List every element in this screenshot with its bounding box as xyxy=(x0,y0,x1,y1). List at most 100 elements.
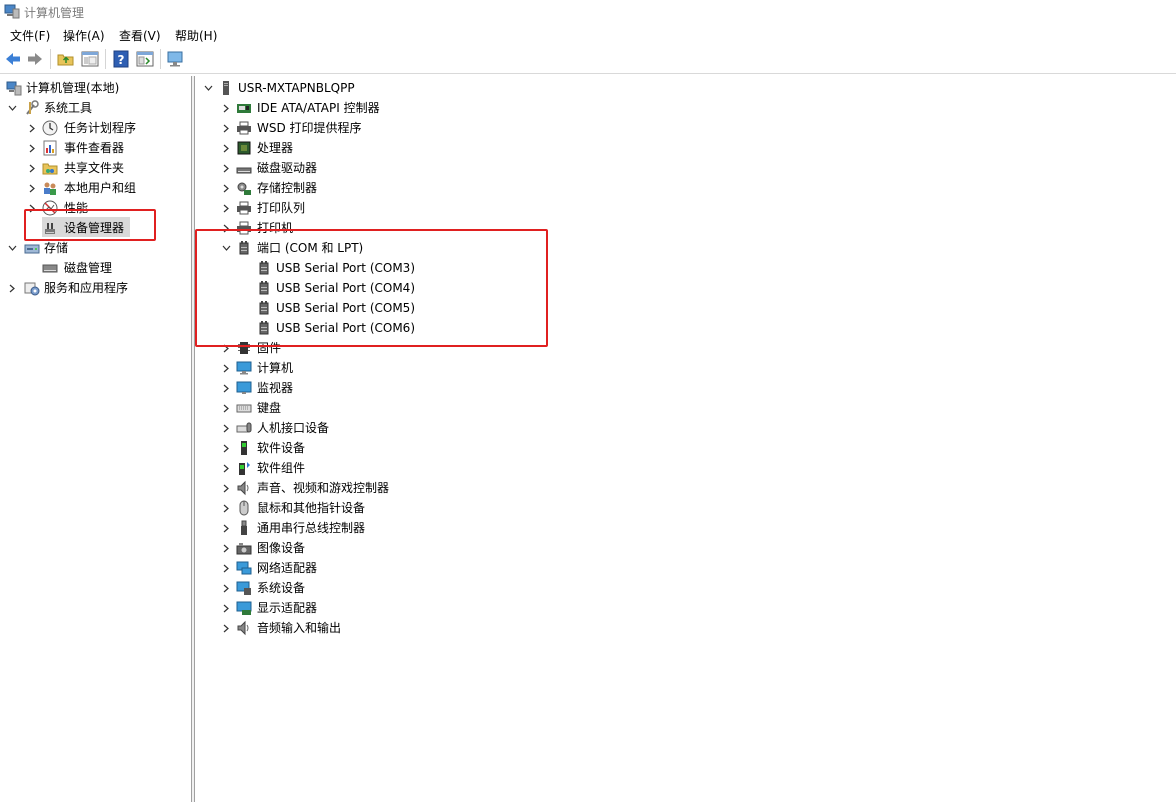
tree-item-task-scheduler[interactable]: 任务计划程序 xyxy=(24,118,190,138)
computer-management-icon xyxy=(4,4,20,19)
device-category-software-components[interactable]: 软件组件 xyxy=(218,458,618,478)
chevron-right-icon[interactable] xyxy=(220,418,232,438)
chevron-right-icon[interactable] xyxy=(220,598,232,618)
chevron-right-icon[interactable] xyxy=(6,278,18,298)
tree-item-label: 任务计划程序 xyxy=(64,121,137,135)
back-icon[interactable] xyxy=(4,50,22,68)
clock-icon xyxy=(42,120,58,136)
help-icon[interactable]: ? xyxy=(112,50,130,68)
device-category-mice[interactable]: 鼠标和其他指针设备 xyxy=(218,498,618,518)
device-category-audio-io[interactable]: 音频输入和输出 xyxy=(218,618,618,638)
device-category-ide[interactable]: IDE ATA/ATAPI 控制器 xyxy=(218,98,618,118)
svg-text:?: ? xyxy=(118,53,125,67)
chevron-right-icon[interactable] xyxy=(220,458,232,478)
device-category-label: 存储控制器 xyxy=(257,181,318,195)
device-category-sound[interactable]: 声音、视频和游戏控制器 xyxy=(218,478,618,498)
chevron-right-icon[interactable] xyxy=(26,118,38,138)
chevron-right-icon[interactable] xyxy=(26,178,38,198)
device-category-computer[interactable]: 计算机 xyxy=(218,358,618,378)
chevron-right-icon[interactable] xyxy=(220,98,232,118)
device-tree-root[interactable]: USR-MXTAPNBLQPP xyxy=(198,78,598,98)
device-category-print-queues[interactable]: 打印队列 xyxy=(218,198,618,218)
chevron-right-icon[interactable] xyxy=(220,538,232,558)
speaker-icon xyxy=(237,480,249,496)
chevron-right-icon[interactable] xyxy=(220,558,232,578)
device-category-label: 通用串行总线控制器 xyxy=(257,521,366,535)
tree-services[interactable]: 服务和应用程序 xyxy=(4,278,190,298)
device-category-system[interactable]: 系统设备 xyxy=(218,578,618,598)
device-category-wsd[interactable]: WSD 打印提供程序 xyxy=(218,118,618,138)
device-category-label: 人机接口设备 xyxy=(257,421,330,435)
device-category-monitors[interactable]: 监视器 xyxy=(218,378,618,398)
chevron-right-icon[interactable] xyxy=(220,118,232,138)
device-category-keyboards[interactable]: 键盘 xyxy=(218,398,618,418)
chevron-right-icon[interactable] xyxy=(220,358,232,378)
tools-icon xyxy=(26,100,39,115)
device-category-label: 计算机 xyxy=(257,361,294,375)
forward-icon[interactable] xyxy=(26,50,44,68)
tree-system-tools[interactable]: 系统工具 xyxy=(4,98,190,118)
chevron-right-icon[interactable] xyxy=(220,498,232,518)
monitor-icon[interactable] xyxy=(166,50,184,68)
device-category-storage-controllers[interactable]: 存储控制器 xyxy=(218,178,618,198)
title-bar: 计算机管理 xyxy=(0,0,1176,22)
tree-item-shared-folders[interactable]: 共享文件夹 xyxy=(24,158,190,178)
computer-tower-icon xyxy=(223,81,229,95)
menu-file[interactable]: 文件(F) xyxy=(10,27,50,44)
device-category-processor[interactable]: 处理器 xyxy=(218,138,618,158)
up-folder-icon[interactable] xyxy=(57,50,75,68)
tree-system-tools-label: 系统工具 xyxy=(44,101,93,115)
tree-item-local-users[interactable]: 本地用户和组 xyxy=(24,178,190,198)
tree-root[interactable]: 计算机管理(本地) xyxy=(4,78,190,98)
device-category-label: WSD 打印提供程序 xyxy=(257,121,362,135)
chevron-down-icon[interactable] xyxy=(202,78,214,98)
highlight-ports xyxy=(195,229,548,347)
tree-item-event-viewer[interactable]: 事件查看器 xyxy=(24,138,190,158)
tree-item-label: 共享文件夹 xyxy=(64,161,125,175)
computer-icon xyxy=(236,361,252,375)
chevron-right-icon[interactable] xyxy=(220,478,232,498)
chevron-right-icon[interactable] xyxy=(220,198,232,218)
device-category-disk-drives[interactable]: 磁盘驱动器 xyxy=(218,158,618,178)
menu-view[interactable]: 查看(V) xyxy=(119,27,161,44)
chevron-right-icon[interactable] xyxy=(220,398,232,418)
chevron-right-icon[interactable] xyxy=(26,158,38,178)
storage-icon xyxy=(24,244,40,254)
tree-storage[interactable]: 存储 xyxy=(4,238,190,258)
tree-item-label: 本地用户和组 xyxy=(64,181,137,195)
device-category-label: 软件组件 xyxy=(257,461,306,475)
chevron-right-icon[interactable] xyxy=(220,518,232,538)
pane-splitter[interactable] xyxy=(192,76,195,802)
device-category-imaging[interactable]: 图像设备 xyxy=(218,538,618,558)
printer-icon xyxy=(237,121,251,135)
chevron-right-icon[interactable] xyxy=(26,138,38,158)
chevron-right-icon[interactable] xyxy=(220,178,232,198)
menu-action[interactable]: 操作(A) xyxy=(63,27,105,44)
device-category-usb[interactable]: 通用串行总线控制器 xyxy=(218,518,618,538)
hid-icon xyxy=(236,422,252,433)
chevron-right-icon[interactable] xyxy=(220,618,232,638)
chevron-right-icon[interactable] xyxy=(220,138,232,158)
device-category-label: 处理器 xyxy=(257,141,294,155)
camera-icon xyxy=(236,543,252,555)
device-category-label: 图像设备 xyxy=(257,541,306,555)
show-hide-tree-icon[interactable] xyxy=(81,50,99,68)
tree-item-disk-management[interactable]: 磁盘管理 xyxy=(24,258,190,278)
storage-controller-icon xyxy=(237,182,251,195)
chevron-right-icon[interactable] xyxy=(220,578,232,598)
chevron-right-icon[interactable] xyxy=(220,378,232,398)
mouse-icon xyxy=(239,500,249,516)
chevron-down-icon[interactable] xyxy=(6,98,18,118)
device-category-display[interactable]: 显示适配器 xyxy=(218,598,618,618)
menu-help[interactable]: 帮助(H) xyxy=(175,27,217,44)
device-category-software-devices[interactable]: 软件设备 xyxy=(218,438,618,458)
chevron-right-icon[interactable] xyxy=(220,438,232,458)
chevron-right-icon[interactable] xyxy=(220,158,232,178)
device-category-network[interactable]: 网络适配器 xyxy=(218,558,618,578)
chevron-down-icon[interactable] xyxy=(6,238,18,258)
software-device-icon xyxy=(241,441,247,455)
device-category-hid[interactable]: 人机接口设备 xyxy=(218,418,618,438)
properties-icon[interactable] xyxy=(136,50,154,68)
display-adapter-icon xyxy=(236,601,252,615)
network-adapter-icon xyxy=(236,561,252,575)
